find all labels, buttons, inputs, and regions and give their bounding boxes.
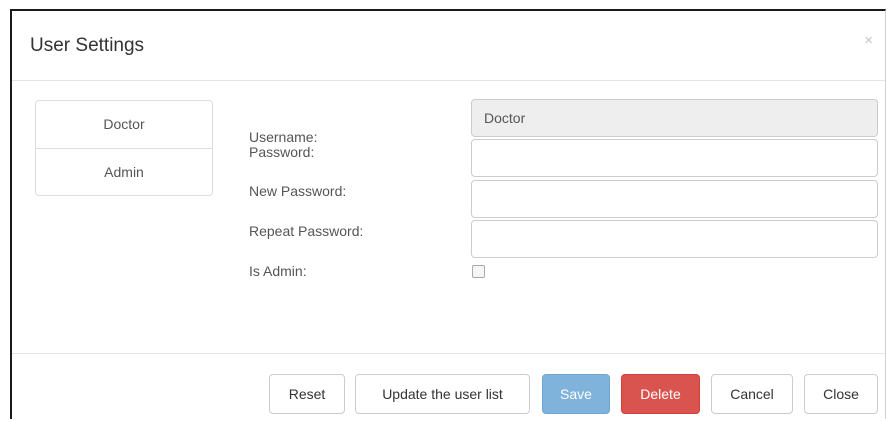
is-admin-label: Is Admin: [249, 263, 307, 279]
close-icon[interactable]: × [864, 33, 873, 48]
user-settings-dialog: User Settings × Doctor Admin Username: P… [10, 9, 886, 419]
user-list-item-doctor[interactable]: Doctor [36, 101, 212, 148]
password-label: Password: [249, 144, 315, 160]
password-field[interactable] [471, 139, 878, 177]
cancel-button[interactable]: Cancel [711, 374, 793, 414]
username-field[interactable] [471, 99, 878, 137]
new-password-label: New Password: [249, 183, 347, 199]
reset-button[interactable]: Reset [269, 374, 345, 414]
save-button[interactable]: Save [542, 374, 610, 414]
repeat-password-field[interactable] [471, 220, 878, 258]
dialog-header: User Settings × [12, 11, 885, 81]
new-password-field[interactable] [471, 180, 878, 218]
user-list: Doctor Admin [35, 100, 213, 196]
repeat-password-label: Repeat Password: [249, 223, 364, 239]
dialog-footer: Reset Update the user list Save Delete C… [12, 353, 885, 421]
username-label: Username: [249, 129, 318, 145]
is-admin-checkbox[interactable] [472, 265, 485, 278]
close-button[interactable]: Close [804, 374, 878, 414]
delete-button[interactable]: Delete [621, 374, 700, 414]
user-list-item-admin[interactable]: Admin [36, 148, 212, 195]
update-user-list-button[interactable]: Update the user list [355, 374, 530, 414]
dialog-title: User Settings [30, 35, 145, 56]
